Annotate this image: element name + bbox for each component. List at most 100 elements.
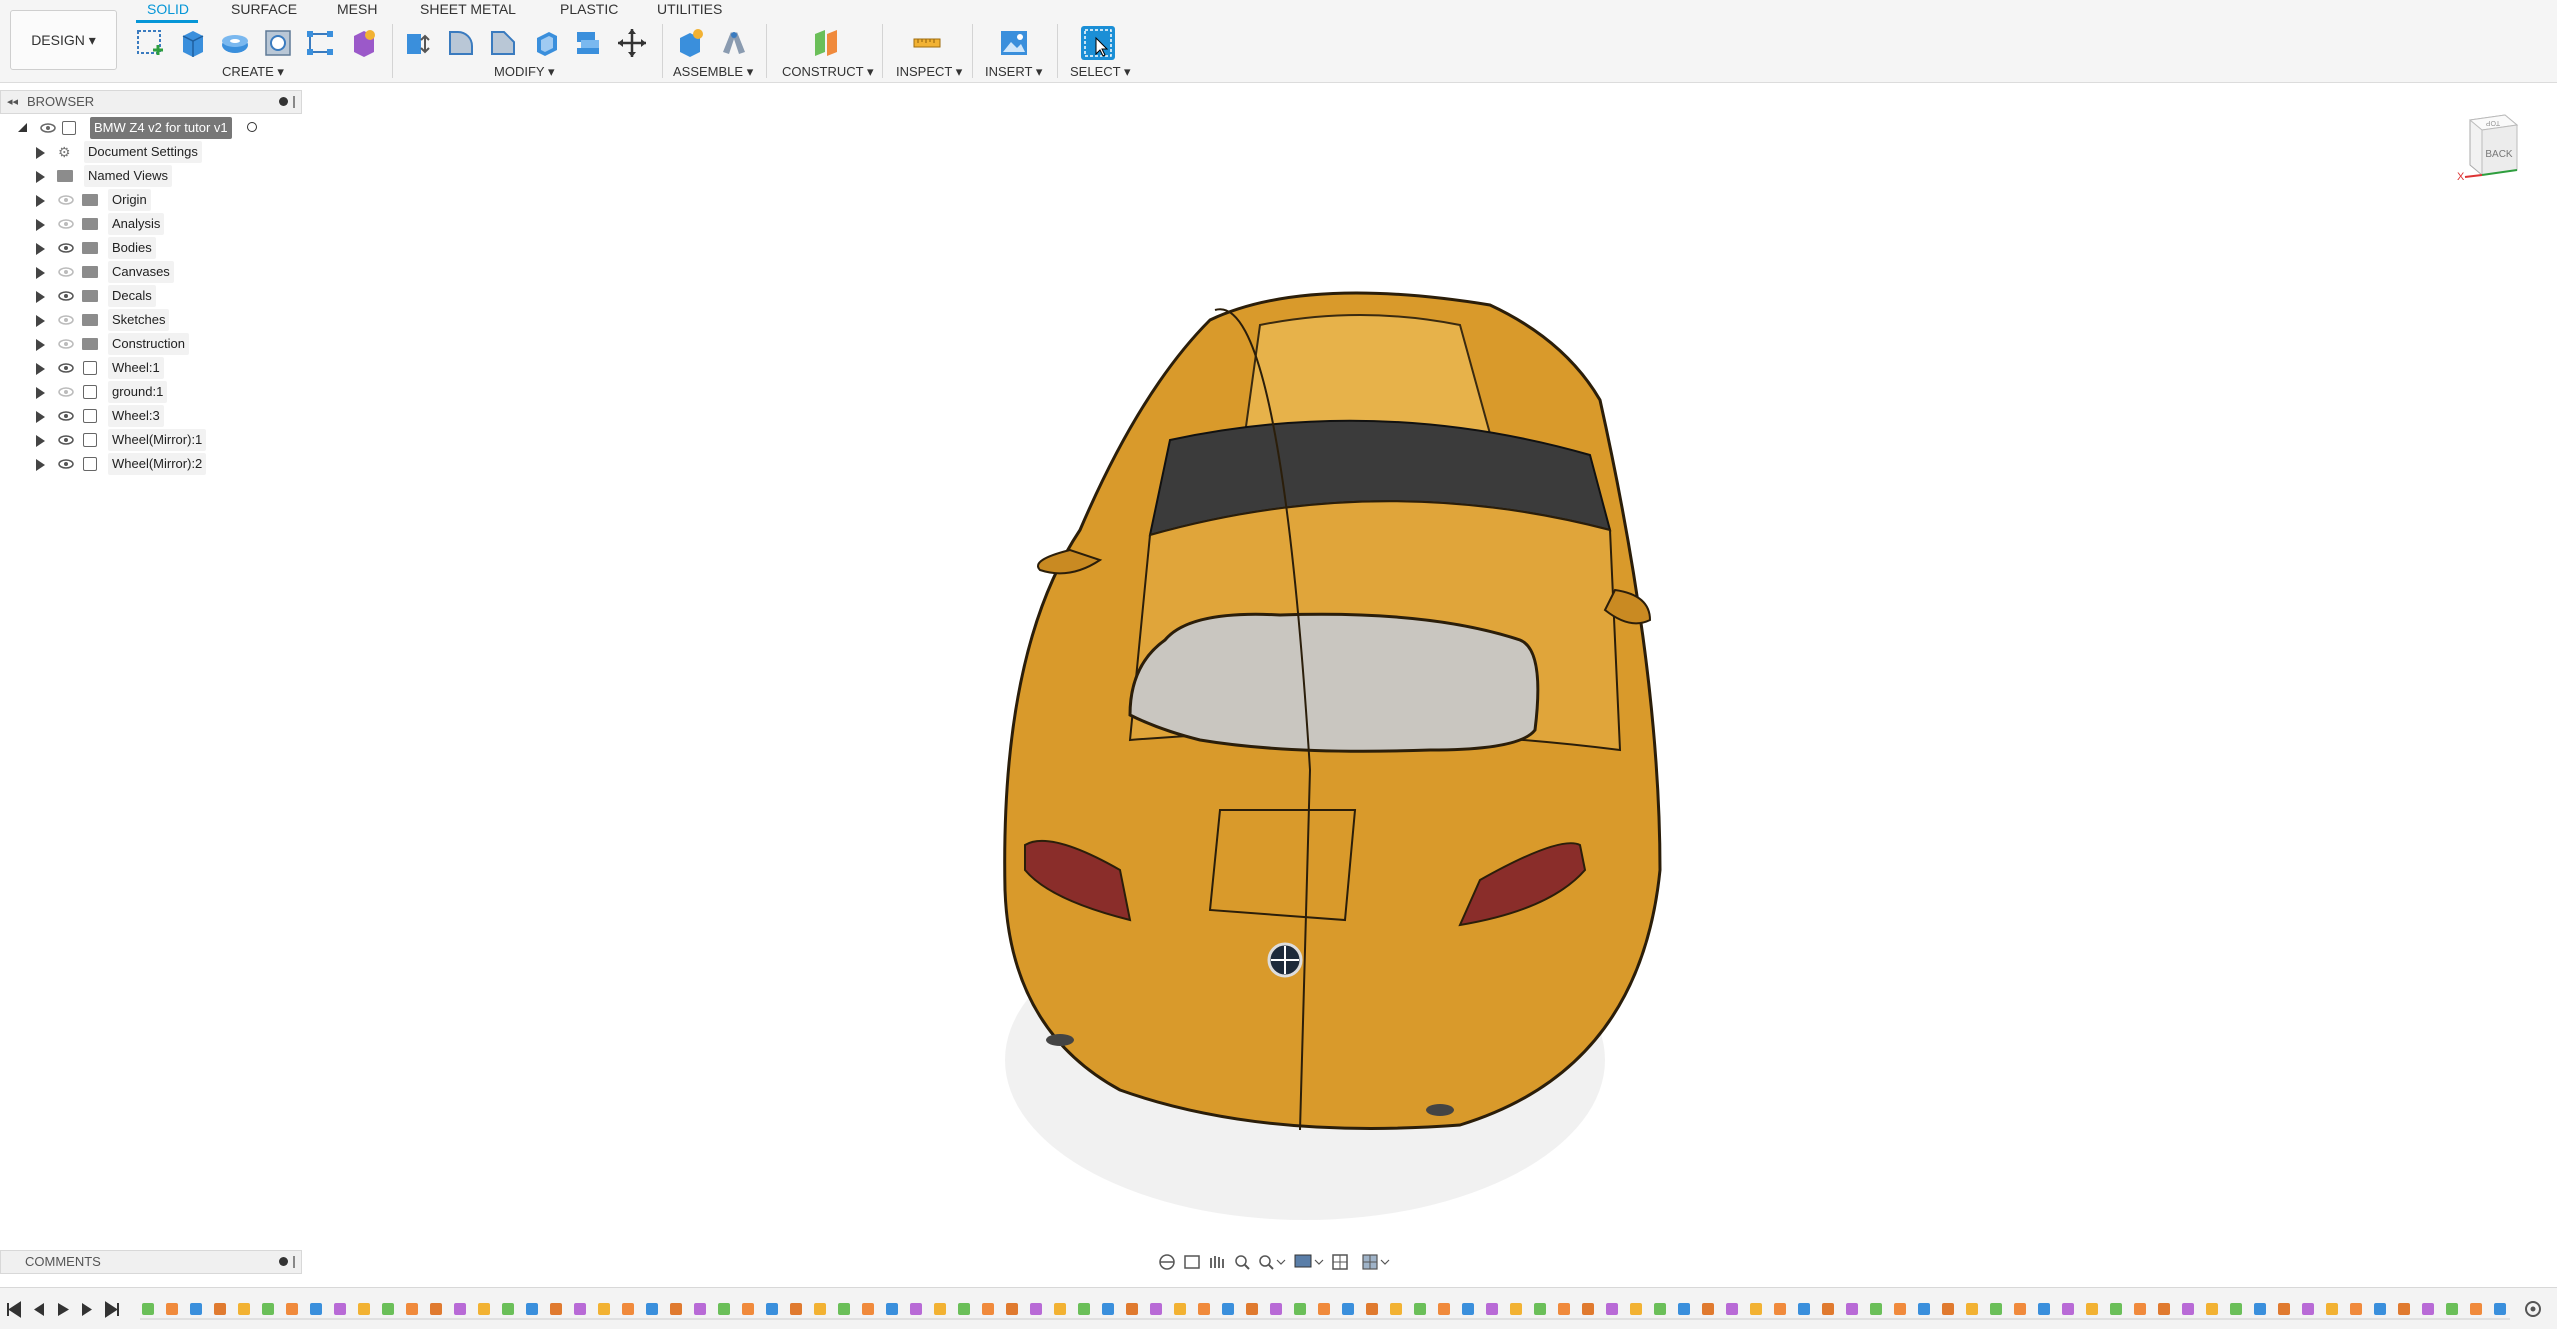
timeline-feature-icon[interactable] bbox=[1246, 1303, 1258, 1315]
pin-icon[interactable] bbox=[279, 1257, 288, 1266]
expand-arrow-icon[interactable] bbox=[36, 411, 45, 423]
browser-item-ground-1[interactable]: ground:1 bbox=[0, 381, 300, 403]
timeline-feature-icon[interactable] bbox=[1006, 1303, 1018, 1315]
browser-item-wheel-3[interactable]: Wheel:3 bbox=[0, 405, 300, 427]
timeline-feature-icon[interactable] bbox=[1342, 1303, 1354, 1315]
timeline-feature-icon[interactable] bbox=[1726, 1303, 1738, 1315]
timeline-feature-icon[interactable] bbox=[502, 1303, 514, 1315]
timeline-feature-icon[interactable] bbox=[1582, 1303, 1594, 1315]
timeline-feature-icon[interactable] bbox=[166, 1303, 178, 1315]
go-to-start-icon[interactable] bbox=[7, 1301, 21, 1318]
browser-item-wheel-mirror-2[interactable]: Wheel(Mirror):2 bbox=[0, 453, 300, 475]
form-icon[interactable] bbox=[346, 26, 380, 60]
timeline-feature-icon[interactable] bbox=[1702, 1303, 1714, 1315]
timeline-feature-icon[interactable] bbox=[2206, 1303, 2218, 1315]
timeline-feature-icon[interactable] bbox=[478, 1303, 490, 1315]
grid-settings-icon[interactable] bbox=[1332, 1254, 1348, 1270]
timeline-feature-icon[interactable] bbox=[1486, 1303, 1498, 1315]
chamfer-icon[interactable] bbox=[486, 26, 520, 60]
timeline-feature-icon[interactable] bbox=[862, 1303, 874, 1315]
timeline-feature-icon[interactable] bbox=[142, 1303, 154, 1315]
activate-radio-icon[interactable] bbox=[247, 122, 257, 132]
timeline-feature-icon[interactable] bbox=[550, 1303, 562, 1315]
timeline-feature-icon[interactable] bbox=[982, 1303, 994, 1315]
browser-item-analysis[interactable]: Analysis bbox=[0, 213, 300, 235]
workspace-switcher-button[interactable]: DESIGN ▾ bbox=[10, 10, 117, 70]
visibility-eye-icon[interactable] bbox=[58, 315, 74, 325]
visibility-eye-icon[interactable] bbox=[58, 243, 74, 253]
expand-arrow-icon[interactable] bbox=[36, 243, 45, 255]
timeline-feature-icon[interactable] bbox=[670, 1303, 682, 1315]
timeline-feature-icon[interactable] bbox=[1030, 1303, 1042, 1315]
timeline-feature-icon[interactable] bbox=[742, 1303, 754, 1315]
tab-surface[interactable]: SURFACE bbox=[231, 1, 297, 17]
visibility-eye-icon[interactable] bbox=[58, 387, 74, 397]
press-pull-icon[interactable] bbox=[401, 26, 435, 60]
timeline-feature-icon[interactable] bbox=[694, 1303, 706, 1315]
timeline-feature-icon[interactable] bbox=[2374, 1303, 2386, 1315]
look-at-icon[interactable] bbox=[1184, 1255, 1200, 1269]
expand-arrow-icon[interactable] bbox=[36, 147, 45, 159]
car-model-viewport[interactable] bbox=[960, 270, 1750, 1230]
inspect-menu-label[interactable]: INSPECT ▾ bbox=[896, 64, 962, 80]
fillet-icon[interactable] bbox=[444, 26, 478, 60]
timeline-feature-icon[interactable] bbox=[1846, 1303, 1858, 1315]
timeline-feature-icon[interactable] bbox=[238, 1303, 250, 1315]
browser-item-bodies[interactable]: Bodies bbox=[0, 237, 300, 259]
timeline-feature-icon[interactable] bbox=[1078, 1303, 1090, 1315]
timeline-feature-icon[interactable] bbox=[1366, 1303, 1378, 1315]
timeline-feature-icon[interactable] bbox=[814, 1303, 826, 1315]
visibility-eye-icon[interactable] bbox=[58, 459, 74, 469]
timeline-feature-icon[interactable] bbox=[1462, 1303, 1474, 1315]
timeline-feature-icon[interactable] bbox=[1150, 1303, 1162, 1315]
create-menu-label[interactable]: CREATE ▾ bbox=[222, 64, 284, 80]
expand-arrow-icon[interactable] bbox=[36, 291, 45, 303]
timeline-feature-icon[interactable] bbox=[1294, 1303, 1306, 1315]
browser-item-construction[interactable]: Construction bbox=[0, 333, 300, 355]
timeline-feature-icon[interactable] bbox=[1966, 1303, 1978, 1315]
timeline-feature-icon[interactable] bbox=[1630, 1303, 1642, 1315]
timeline-feature-icon[interactable] bbox=[2062, 1303, 2074, 1315]
timeline-feature-icon[interactable] bbox=[2422, 1303, 2434, 1315]
expand-arrow-icon[interactable] bbox=[36, 315, 45, 327]
construct-menu-label[interactable]: CONSTRUCT ▾ bbox=[782, 64, 874, 80]
viewcube[interactable]: BACK TOP X bbox=[2455, 110, 2525, 185]
timeline-feature-icon[interactable] bbox=[526, 1303, 538, 1315]
zoom-icon[interactable] bbox=[1235, 1255, 1250, 1270]
timeline-feature-icon[interactable] bbox=[2254, 1303, 2266, 1315]
pan-icon[interactable] bbox=[1210, 1256, 1224, 1268]
viewcube-top-label[interactable]: TOP bbox=[2486, 119, 2501, 126]
timeline-feature-icon[interactable] bbox=[2494, 1303, 2506, 1315]
browser-root-row[interactable]: BMW Z4 v2 for tutor v1 bbox=[0, 117, 300, 139]
expand-arrow-icon[interactable] bbox=[36, 435, 45, 447]
hole-icon[interactable] bbox=[261, 26, 295, 60]
offset-plane-icon[interactable] bbox=[809, 26, 843, 60]
visibility-eye-icon[interactable] bbox=[40, 123, 56, 133]
timeline-feature-icon[interactable] bbox=[1798, 1303, 1810, 1315]
expand-arrow-icon[interactable] bbox=[36, 171, 45, 183]
combine-icon[interactable] bbox=[572, 26, 606, 60]
timeline-feature-icon[interactable] bbox=[2086, 1303, 2098, 1315]
timeline-feature-icon[interactable] bbox=[406, 1303, 418, 1315]
timeline-feature-icon[interactable] bbox=[2182, 1303, 2194, 1315]
timeline-feature-icon[interactable] bbox=[2038, 1303, 2050, 1315]
expand-arrow-icon[interactable] bbox=[36, 219, 45, 231]
visibility-eye-icon[interactable] bbox=[58, 267, 74, 277]
timeline-feature-icon[interactable] bbox=[334, 1303, 346, 1315]
timeline-feature-icon[interactable] bbox=[454, 1303, 466, 1315]
visibility-eye-icon[interactable] bbox=[58, 219, 74, 229]
joint-icon[interactable] bbox=[717, 26, 751, 60]
timeline-feature-icon[interactable] bbox=[2326, 1303, 2338, 1315]
timeline-feature-icon[interactable] bbox=[1414, 1303, 1426, 1315]
timeline-feature-icon[interactable] bbox=[358, 1303, 370, 1315]
timeline-feature-icon[interactable] bbox=[2446, 1303, 2458, 1315]
visibility-eye-icon[interactable] bbox=[58, 411, 74, 421]
browser-item-canvases[interactable]: Canvases bbox=[0, 261, 300, 283]
timeline-feature-icon[interactable] bbox=[838, 1303, 850, 1315]
timeline-feature-icon[interactable] bbox=[1678, 1303, 1690, 1315]
tab-plastic[interactable]: PLASTIC bbox=[560, 1, 618, 17]
browser-item-origin[interactable]: Origin bbox=[0, 189, 300, 211]
timeline-feature-icon[interactable] bbox=[1606, 1303, 1618, 1315]
timeline-feature-icon[interactable] bbox=[1942, 1303, 1954, 1315]
timeline-feature-icon[interactable] bbox=[646, 1303, 658, 1315]
